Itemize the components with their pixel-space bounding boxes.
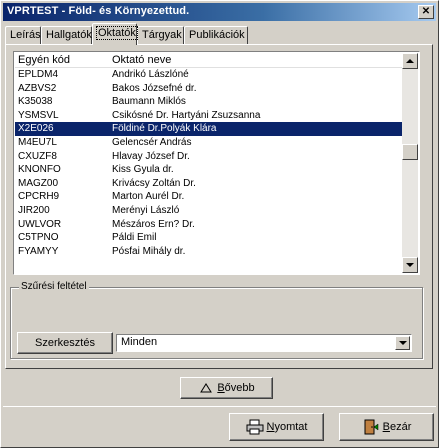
tab-label: Leírás (10, 29, 41, 41)
close-rest: ezár (389, 421, 412, 433)
filter-dropdown-button[interactable] (395, 336, 410, 350)
table-row[interactable]: K35038 Baumann Miklós (15, 95, 403, 109)
printer-icon (246, 419, 264, 435)
tab-publikaciok[interactable]: Publikációk (184, 26, 248, 44)
cell-code: CXUZF8 (18, 150, 57, 162)
tab-oktatok[interactable]: Oktatók (92, 23, 138, 45)
cell-name: Páldi Emil (112, 232, 157, 244)
cell-name: Bakos Józsefné dr. (112, 82, 197, 94)
door-exit-icon (364, 419, 378, 435)
more-button-label: Bővebb (217, 382, 254, 394)
cell-name: Gelencsér András (112, 136, 192, 148)
expand-icon (200, 383, 213, 393)
cell-name: Andrikó Lászlóné (112, 69, 189, 80)
table-row[interactable]: FYAMYY Pósfai Mihály dr. (15, 245, 403, 259)
more-rest: ővebb (224, 382, 255, 394)
cell-code: AZBVS2 (18, 82, 57, 94)
more-hotkey: B (217, 382, 225, 394)
table-row[interactable]: MAGZ00 Krivácsy Zoltán Dr. (15, 177, 403, 191)
cell-code: FYAMYY (18, 245, 59, 257)
cell-name: Merényi László (112, 204, 180, 216)
cell-code: C5TPNO (18, 232, 59, 244)
cell-name: Mészáros Ern? Dr. (112, 218, 195, 230)
cell-name: Pósfai Mihály dr. (112, 245, 186, 257)
table-row[interactable]: CPCRH9 Marton Aurél Dr. (15, 190, 403, 204)
table-row[interactable]: YSMSVL Csikósné Dr. Hartyáni Zsuzsanna (15, 109, 403, 123)
close-window-button[interactable]: ✕ (418, 5, 434, 19)
filter-select-value: Minden (121, 336, 158, 348)
tab-leiras[interactable]: Leírás (5, 26, 41, 44)
cell-code: UWLVOR (18, 218, 62, 230)
cell-name: Csikósné Dr. Hartyáni Zsuzsanna (112, 109, 261, 121)
cell-name: Baumann Miklós (112, 96, 186, 108)
table-row[interactable]: AZBVS2 Bakos Józsefné dr. (15, 82, 403, 96)
table-row[interactable]: KNONFO Kiss Gyula dr. (15, 163, 403, 177)
scroll-down-button[interactable] (402, 257, 418, 273)
main-window: VPRTEST - Föld- és Környezettud. ✕ Leírá… (0, 0, 439, 448)
filter-group-label: Szűrési feltétel (19, 281, 89, 292)
lecturer-list[interactable]: Egyén kód Oktató neve EPLDM4 Andrikó Lász… (13, 51, 420, 275)
print-button-label: Nyomtat (267, 421, 308, 433)
column-header-name[interactable]: Oktató neve (109, 53, 403, 68)
chevron-down-icon (399, 341, 407, 345)
cell-code: K35038 (18, 96, 53, 108)
close-icon: ✕ (421, 6, 431, 17)
print-button[interactable]: Nyomtat (229, 413, 324, 441)
table-row[interactable]: X2E026 Földiné Dr.Polyák Klára (15, 122, 403, 136)
cell-name: Krivácsy Zoltán Dr. (112, 177, 196, 189)
tab-label: Publikációk (189, 29, 245, 41)
list-header: Egyén kód Oktató neve (15, 53, 403, 68)
cell-code: EPLDM4 (18, 69, 59, 80)
close-button-label: Bezár (383, 421, 412, 433)
tab-targyak[interactable]: Tárgyak (137, 26, 184, 44)
vertical-scrollbar[interactable] (402, 53, 418, 273)
window-title: VPRTEST - Föld- és Környezettud. (7, 5, 190, 17)
edit-filter-label: Szerkesztés (35, 337, 95, 349)
close-hotkey: B (382, 421, 390, 433)
cell-code: KNONFO (18, 164, 61, 176)
table-row[interactable]: JIR200 Merényi László (15, 204, 403, 218)
cell-code: X2E026 (18, 123, 54, 135)
table-row[interactable]: M4EU7L Gelencsér András (15, 136, 403, 150)
table-row[interactable]: C5TPNO Páldi Emil (15, 231, 403, 245)
table-row[interactable]: EPLDM4 Andrikó Lászlóné (15, 68, 403, 82)
tab-label: Oktatók (96, 26, 138, 40)
edit-filter-button[interactable]: Szerkesztés (17, 332, 113, 354)
cell-name: Marton Aurél Dr. (112, 191, 185, 203)
cell-code: JIR200 (18, 204, 50, 216)
cell-name: Kiss Gyula dr. (112, 164, 174, 176)
print-rest: yomtat (274, 421, 308, 433)
table-row[interactable]: UWLVOR Mészáros Ern? Dr. (15, 218, 403, 232)
title-bar[interactable]: VPRTEST - Föld- és Környezettud. ✕ (3, 3, 436, 21)
scroll-thumb[interactable] (402, 144, 418, 160)
tab-hallgatok[interactable]: Hallgatók (41, 26, 92, 44)
arrow-down-icon (406, 263, 414, 267)
table-row[interactable]: CXUZF8 Hlavay József Dr. (15, 150, 403, 164)
cell-code: CPCRH9 (18, 191, 60, 203)
cell-code: YSMSVL (18, 109, 59, 121)
footer-divider (3, 406, 436, 407)
tab-label: Hallgatók (46, 29, 92, 41)
close-button[interactable]: Bezár (339, 413, 434, 441)
filter-select[interactable]: Minden (116, 334, 412, 352)
list-rows: EPLDM4 Andrikó Lászlóné AZBVS2 Bakos József… (15, 68, 403, 258)
cell-code: MAGZ00 (18, 177, 59, 189)
arrow-up-icon (406, 59, 414, 63)
cell-name: Földiné Dr.Polyák Klára (112, 123, 217, 135)
cell-name: Hlavay József Dr. (112, 150, 190, 162)
column-header-code[interactable]: Egyén kód (15, 53, 109, 68)
scroll-up-button[interactable] (402, 53, 418, 69)
more-button[interactable]: Bővebb (180, 377, 273, 399)
cell-code: M4EU7L (18, 136, 57, 148)
tab-label: Tárgyak (142, 29, 182, 41)
